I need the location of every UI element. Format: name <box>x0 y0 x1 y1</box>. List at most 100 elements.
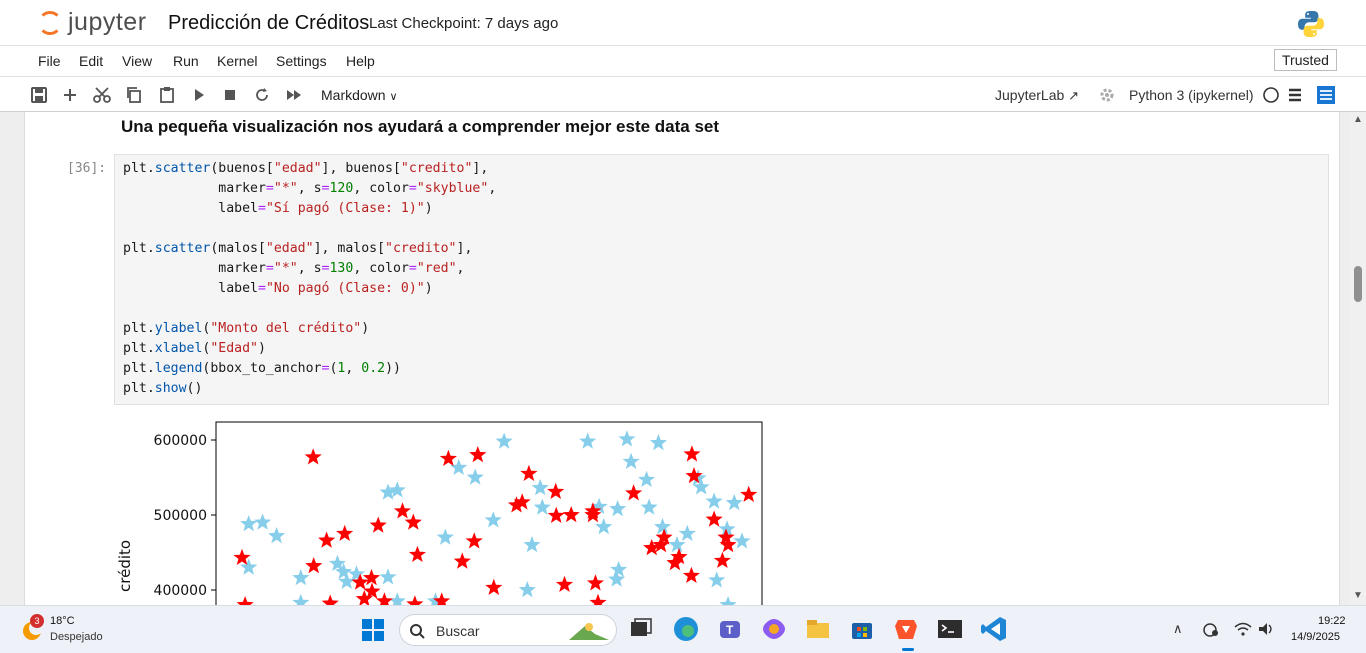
cell-type-select[interactable]: Markdown ∨ <box>321 87 398 103</box>
scatter-point-red <box>321 594 339 605</box>
menu-edit[interactable]: Edit <box>79 53 103 69</box>
scatter-point-red <box>740 485 758 502</box>
menu-run[interactable]: Run <box>173 53 199 69</box>
vertical-scrollbar[interactable] <box>1350 112 1366 605</box>
scatter-point-skyblue <box>436 528 454 545</box>
scatter-point-skyblue <box>523 536 541 553</box>
scatter-point-red <box>465 532 483 549</box>
scatter-point-red <box>547 506 565 523</box>
weather-widget[interactable]: 3 <box>18 614 44 642</box>
scatter-point-red <box>404 513 422 530</box>
jupyter-logo[interactable]: jupyter <box>36 8 156 38</box>
onedrive-status-icon[interactable] <box>1202 622 1220 638</box>
search-icon <box>410 624 425 639</box>
markdown-heading: Una pequeña visualización nos ayudará a … <box>121 117 720 136</box>
code-line-1: plt.scatter(buenos["edad"], buenos["cred… <box>123 161 489 176</box>
property-inspector-icon[interactable] <box>1316 85 1336 105</box>
menu-view[interactable]: View <box>122 53 152 69</box>
scatter-point-red <box>469 446 487 463</box>
add-cell-icon[interactable] <box>60 85 80 105</box>
run-icon[interactable] <box>189 85 209 105</box>
clock-date[interactable]: 14/9/2025 <box>1291 631 1340 643</box>
terminal-icon[interactable] <box>936 615 964 643</box>
scatter-point-red <box>719 536 737 553</box>
save-icon[interactable] <box>29 85 49 105</box>
y-tick-label: 500000 <box>154 508 207 524</box>
menu-settings[interactable]: Settings <box>276 53 327 69</box>
menu-help[interactable]: Help <box>346 53 375 69</box>
cut-icon[interactable] <box>92 85 112 105</box>
gear-icon <box>1100 88 1114 102</box>
scatter-point-red <box>683 445 701 462</box>
scatter-point-red <box>304 448 322 465</box>
paste-icon[interactable] <box>157 85 177 105</box>
scatter-point-skyblue <box>733 532 751 549</box>
volume-icon[interactable] <box>1257 621 1275 637</box>
wifi-icon[interactable] <box>1234 621 1252 637</box>
copy-icon[interactable] <box>124 85 144 105</box>
svg-text:T: T <box>726 623 734 637</box>
scatter-point-skyblue <box>240 515 258 532</box>
scatter-point-skyblue <box>678 524 696 541</box>
y-axis-label: crédito <box>116 540 134 592</box>
y-tick-label: 600000 <box>154 433 207 449</box>
clock-time[interactable]: 19:22 <box>1318 615 1346 627</box>
show-hidden-icons-icon[interactable]: ∧ <box>1173 621 1183 637</box>
code-line-9: plt.legend(bbox_to_anchor=(1, 0.2)) <box>123 361 401 376</box>
menu-bar: File Edit View Run Kernel Settings Help … <box>0 46 1366 77</box>
y-tick-label: 400000 <box>154 583 207 599</box>
kernel-status-icon <box>1263 87 1279 103</box>
cell-prompt: [36]: <box>67 161 107 176</box>
code-line-5: marker="*", s=130, color="red", <box>123 261 465 276</box>
notebook-title[interactable]: Predicción de Créditos <box>168 12 369 35</box>
windows-taskbar: 3 18°C Despejado Buscar T ∧ 19:22 14/9/2… <box>0 605 1366 653</box>
menu-kernel[interactable]: Kernel <box>217 53 257 69</box>
fast-forward-icon[interactable] <box>284 85 304 105</box>
scatter-point-skyblue <box>484 511 502 528</box>
scatter-point-skyblue <box>466 468 484 485</box>
teams-icon[interactable]: T <box>716 615 744 643</box>
menu-icon[interactable] <box>1285 85 1305 105</box>
scatter-point-skyblue <box>292 569 310 586</box>
scatter-point-skyblue <box>450 458 468 475</box>
scatter-point-red <box>520 464 538 481</box>
scatter-point-red <box>485 578 503 595</box>
taskbar-search[interactable]: Buscar <box>399 614 617 646</box>
scatter-point-red <box>453 552 471 569</box>
code-cell-editor[interactable]: plt.scatter(buenos["edad"], buenos["cred… <box>114 154 1329 405</box>
notebook-area: Una pequeña visualización nos ayudará a … <box>0 112 1366 605</box>
code-line-3: label="Sí pagó (Clase: 1)") <box>123 201 433 216</box>
scatter-point-skyblue <box>518 581 536 598</box>
vscode-icon[interactable] <box>980 615 1008 643</box>
scatter-point-skyblue <box>649 434 667 451</box>
edge-icon[interactable] <box>672 615 700 643</box>
scatter-point-red <box>408 545 426 562</box>
scatter-point-red <box>369 516 387 533</box>
file-explorer-icon[interactable] <box>804 615 832 643</box>
brave-browser-icon[interactable] <box>892 615 920 643</box>
search-placeholder: Buscar <box>436 623 480 639</box>
external-link-icon: ↗ <box>1068 88 1080 103</box>
trusted-button[interactable]: Trusted <box>1274 49 1337 71</box>
scrollbar-thumb[interactable] <box>1354 266 1362 302</box>
scatter-point-skyblue <box>254 513 272 530</box>
task-view-icon[interactable] <box>627 615 655 643</box>
copilot-icon[interactable] <box>760 615 788 643</box>
scatter-point-red <box>375 592 393 605</box>
scatter-point-red <box>555 575 574 592</box>
stop-icon[interactable] <box>220 85 240 105</box>
scroll-up-icon[interactable]: ▲ <box>1353 114 1363 125</box>
menu-file[interactable]: File <box>38 53 61 69</box>
windows-start-icon[interactable] <box>361 618 385 642</box>
scatter-point-red <box>547 482 565 499</box>
scatter-point-red <box>586 574 604 591</box>
scroll-down-icon[interactable]: ▼ <box>1353 590 1363 601</box>
store-icon[interactable] <box>848 615 876 643</box>
restart-icon[interactable] <box>252 85 272 105</box>
scatter-point-red <box>305 557 323 574</box>
open-jupyterlab-link[interactable]: JupyterLab ↗ <box>995 87 1079 104</box>
scatter-point-red <box>406 595 424 605</box>
scatter-point-red <box>363 569 381 586</box>
jupyterlab-label: JupyterLab <box>995 87 1065 103</box>
kernel-name[interactable]: Python 3 (ipykernel) <box>1129 87 1254 103</box>
